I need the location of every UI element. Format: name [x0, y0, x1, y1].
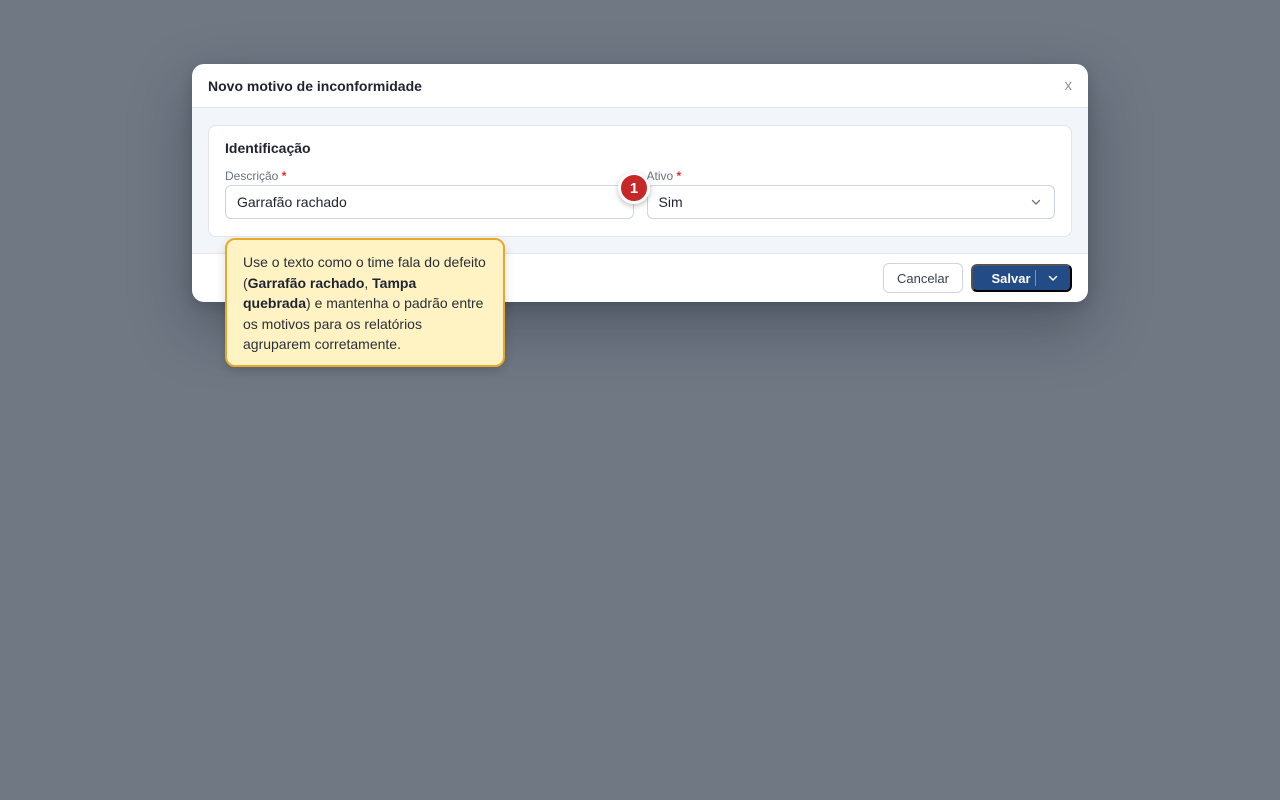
step-badge: 1 — [618, 172, 650, 204]
modal-header: Novo motivo de inconformidade x — [192, 64, 1088, 108]
save-button-label: Salvar — [991, 270, 1031, 286]
save-options-toggle[interactable] — [1036, 272, 1070, 284]
ativo-select[interactable]: Sim — [646, 185, 1055, 219]
cancel-button[interactable]: Cancelar — [882, 263, 963, 293]
section-title: Identificação — [225, 140, 311, 156]
required-mark: * — [676, 169, 682, 183]
ativo-field: Ativo * Sim — [646, 169, 1056, 219]
ativo-label-text: Ativo — [646, 169, 674, 183]
tip-bold-1: Garrafão rachado — [247, 274, 365, 291]
descricao-value: Garrafão rachado — [237, 194, 347, 210]
close-icon[interactable]: x — [1065, 77, 1073, 95]
tip-tooltip: Use o texto como o time fala do defeito … — [225, 238, 505, 367]
ativo-value: Sim — [658, 194, 683, 210]
modal-title: Novo motivo de inconformidade — [208, 77, 422, 94]
descricao-label-text: Descrição — [225, 169, 279, 183]
tip-sep: , — [364, 274, 373, 291]
save-button[interactable]: Salvar — [971, 264, 1072, 292]
chevron-down-icon — [1031, 199, 1041, 205]
descricao-label: Descrição * — [225, 169, 634, 185]
descricao-field: Descrição * Garrafão rachado — [225, 169, 634, 219]
ativo-label: Ativo * — [647, 169, 1056, 185]
chevron-down-icon — [1048, 275, 1058, 281]
required-mark: * — [281, 169, 287, 183]
descricao-input[interactable]: Garrafão rachado — [225, 185, 634, 219]
